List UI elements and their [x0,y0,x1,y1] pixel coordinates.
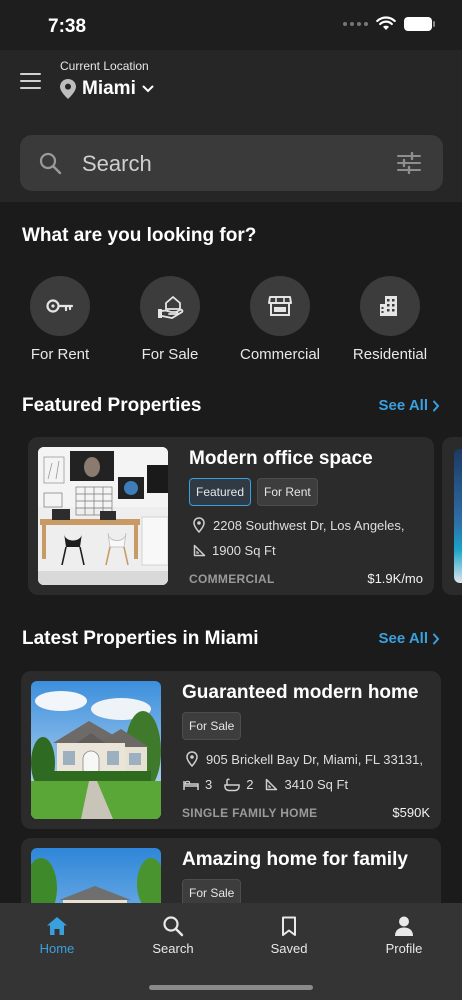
property-address: 2208 Southwest Dr, Los Angeles, [213,517,405,533]
search-bar[interactable]: Search [20,135,443,191]
property-specs-row: 3 2 3410 Sq Ft [183,777,352,792]
category-for-sale[interactable]: For Sale [115,276,225,363]
area-value: 1900 Sq Ft [212,543,276,558]
baths-value: 2 [246,777,254,792]
wifi-icon [376,16,396,30]
tab-label: Home [39,941,75,956]
location-pin-icon [193,517,205,533]
search-icon [38,151,62,180]
property-address-row: 905 Brickell Bay Dr, Miami, FL 33131, [186,751,423,767]
property-image [454,449,462,583]
filter-icon[interactable] [397,151,421,179]
see-all-label: See All [378,397,428,414]
bookmark-icon [249,913,329,939]
area-spec: 3410 Sq Ft [265,777,348,792]
storefront-icon [250,276,310,336]
categories-title: What are you looking for? [22,225,257,246]
property-specs-row: 1900 Sq Ft [193,543,280,558]
tab-home[interactable]: Home [17,913,97,956]
status-time: 7:38 [48,16,87,37]
property-price: $590K [392,805,430,820]
building-icon [360,276,420,336]
badge-featured: Featured [189,478,252,506]
category-list: For Rent For Sale Commercial Residential [0,276,462,366]
featured-property-card-next[interactable] [442,437,462,595]
property-title: Guaranteed modern home [182,682,419,703]
chevron-right-icon [433,400,440,411]
area-value: 3410 Sq Ft [284,777,349,792]
area-icon [266,778,278,791]
hand-house-icon [140,276,200,336]
location-city: Miami [82,78,136,99]
profile-icon [364,913,444,939]
location-pin-icon [186,751,198,767]
search-icon [133,913,213,939]
property-price: $1.9K/mo [367,571,423,586]
property-type: COMMERCIAL [189,572,275,586]
location-selector[interactable]: Miami [60,78,154,100]
area-spec: 1900 Sq Ft [193,543,276,558]
beds-spec: 3 [183,777,212,792]
category-commercial[interactable]: Commercial [225,276,335,363]
tab-label: Saved [270,941,308,956]
category-label: Commercial [239,346,320,363]
chevron-right-icon [433,633,440,644]
location-pin-icon [60,79,76,99]
search-input[interactable]: Search [82,151,152,177]
battery-icon [404,16,435,31]
home-icon [17,913,97,939]
property-badges: Featured For Rent [189,478,318,506]
property-image [31,681,161,819]
area-icon [193,544,206,557]
category-label: For Sale [141,346,199,363]
latest-title: Latest Properties in Miami [22,628,259,649]
tab-saved[interactable]: Saved [249,913,329,956]
category-label: For Rent [30,346,90,363]
badge-for-sale: For Sale [182,712,242,740]
baths-spec: 2 [224,777,253,792]
see-all-label: See All [378,630,428,647]
property-title: Amazing home for family [182,849,408,870]
status-icons [343,16,435,31]
header: Current Location Miami Search [0,50,462,202]
property-badges: For Sale [182,712,242,740]
beds-value: 3 [205,777,213,792]
home-indicator [149,985,313,990]
tab-label: Search [152,941,194,956]
menu-icon[interactable] [20,73,41,89]
status-bar: 7:38 [0,0,462,50]
badge-for-rent: For Rent [257,478,318,506]
latest-see-all-link[interactable]: See All [379,630,440,647]
location-label: Current Location [60,59,149,73]
property-address-row: 2208 Southwest Dr, Los Angeles, [193,517,405,533]
featured-title: Featured Properties [22,395,202,416]
category-label: Residential [352,346,428,363]
category-for-rent[interactable]: For Rent [5,276,115,363]
featured-property-card[interactable]: Modern office space Featured For Rent 22… [28,437,434,595]
featured-see-all-link[interactable]: See All [379,397,440,414]
property-type: SINGLE FAMILY HOME [182,806,318,820]
chevron-down-icon [142,85,154,93]
key-icon [30,276,90,336]
category-residential[interactable]: Residential [335,276,445,363]
property-address: 905 Brickell Bay Dr, Miami, FL 33131, [206,751,423,767]
bed-icon [183,780,199,790]
tab-label: Profile [385,941,423,956]
bathtub-icon [224,778,240,791]
property-title: Modern office space [189,448,373,469]
tab-profile[interactable]: Profile [364,913,444,956]
tab-search[interactable]: Search [133,913,213,956]
latest-property-card[interactable]: Guaranteed modern home For Sale 905 Bric… [21,671,441,829]
property-image [38,447,168,585]
signal-icon [343,21,368,26]
